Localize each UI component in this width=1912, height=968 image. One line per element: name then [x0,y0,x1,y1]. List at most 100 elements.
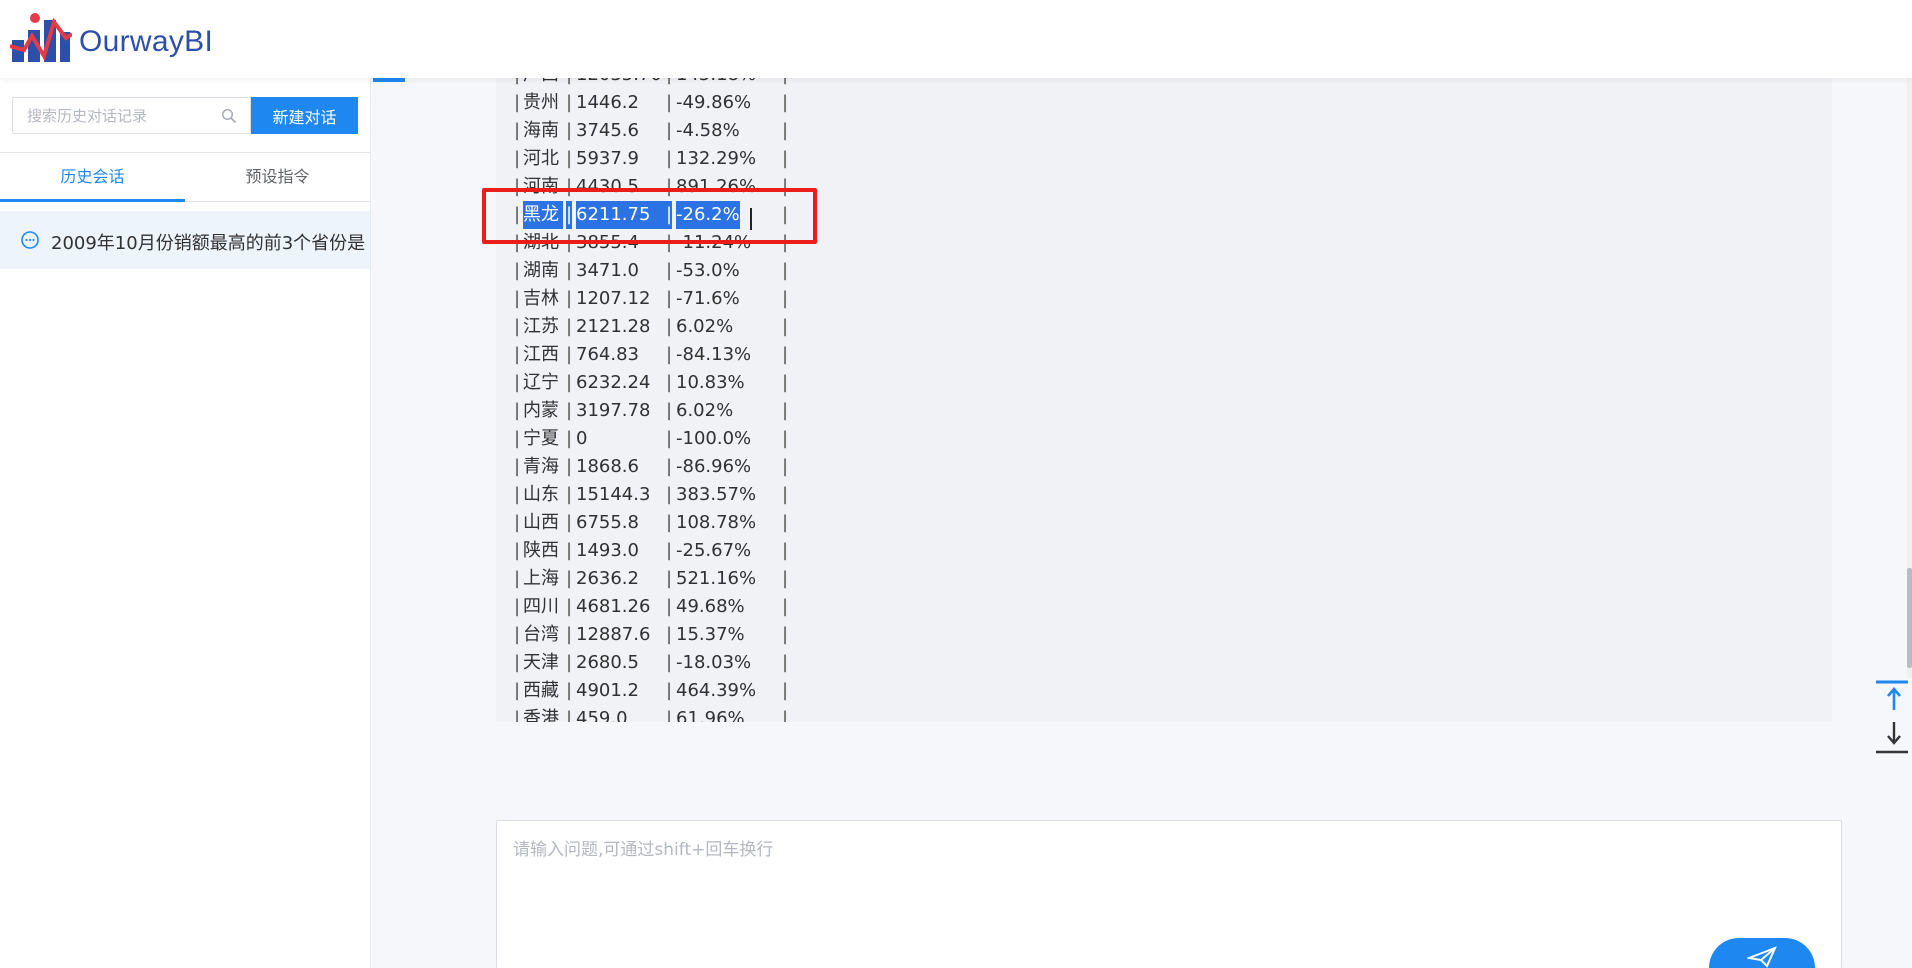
cell-growth: -53.0% [676,260,740,281]
table-pipe: | [666,624,673,645]
table-pipe: | [782,484,789,505]
cell-growth: 132.29% [676,148,757,169]
table-pipe: | [566,148,573,169]
table-pipe: | [514,652,521,673]
table-pipe: | [514,512,521,533]
cell-province: 内蒙 [523,400,559,421]
conversation-item[interactable]: 2009年10月份销额最高的前3个省份是 [0,211,370,269]
table-pipe: | [566,540,573,561]
table-pipe: | [666,456,673,477]
cell-growth: -49.86% [676,92,752,113]
cell-sales: 4901.2 [576,680,639,701]
table-pipe: | [782,708,789,722]
cell-growth: -86.96% [676,456,752,477]
table-pipe: | [514,288,521,309]
answer-message-panel: |广西|12035.70|145.18%||贵州|1446.2|-49.86%|… [496,78,1832,722]
cell-sales: 12887.6 [576,624,651,645]
table-pipe: | [566,288,573,309]
table-pipe: | [566,400,573,421]
cell-province: 上海 [523,568,559,589]
table-pipe: | [782,512,789,533]
table-pipe: | [666,428,673,449]
cell-province: 贵州 [523,92,559,113]
cell-province: 宁夏 [523,428,559,449]
table-pipe: | [666,92,673,113]
table-pipe: | [514,456,521,477]
cell-province: 天津 [523,652,559,673]
table-pipe: | [666,372,673,393]
table-pipe: | [566,120,573,141]
table-pipe: | [514,708,521,722]
tab-preset-commands[interactable]: 预设指令 [185,153,370,203]
app-header: OurwayBI [0,0,1912,78]
vertical-scrollbar[interactable] [1907,78,1912,678]
table-pipe: | [666,78,672,89]
table-pipe: | [514,568,521,589]
table-pipe: | [782,456,789,477]
table-pipe: | [514,344,521,365]
cell-sales: 5937.9 [576,148,639,169]
table-pipe: | [782,316,789,337]
ourwaybi-logo [10,13,72,62]
table-pipe: | [566,596,573,617]
question-input[interactable] [513,835,1813,935]
table-pipe: | [514,260,521,281]
table-pipe: | [782,288,789,309]
cell-province: 山东 [523,484,559,505]
chat-bubble-icon [21,231,39,249]
table-pipe: | [514,148,521,169]
table-pipe: | [782,372,789,393]
table-pipe: | [666,148,673,169]
scroll-to-top-icon[interactable] [1876,680,1908,716]
table-pipe: | [666,120,673,141]
table-pipe: | [566,92,573,113]
table-pipe: | [782,680,789,701]
table-pipe: | [666,568,673,589]
table-pipe: | [666,652,673,673]
history-search-input[interactable] [27,106,217,126]
cell-growth: 49.68% [676,596,745,617]
cell-province: 广西 [523,78,559,89]
table-pipe: | [666,260,673,281]
cell-sales: 1493.0 [576,540,639,561]
cell-province: 吉林 [523,288,559,309]
tab-history[interactable]: 历史会话 [0,153,185,203]
cell-province: 台湾 [523,624,559,645]
table-pipe: | [782,148,789,169]
cell-province: 青海 [523,456,559,477]
cell-growth: -18.03% [676,652,752,673]
table-pipe: | [566,372,573,393]
table-pipe: | [782,92,789,113]
table-pipe: | [566,316,573,337]
cell-growth: -71.6% [676,288,740,309]
cell-growth: 15.37% [676,624,745,645]
table-pipe: | [566,708,573,722]
cell-growth: 145.18% [676,78,756,89]
table-pipe: | [514,120,521,141]
cell-province: 海南 [523,120,559,141]
table-pipe: | [666,680,673,701]
cell-sales: 3197.78 [576,400,651,421]
cell-growth: 6.02% [676,316,734,337]
cell-sales: 15144.3 [576,484,651,505]
conversation-title: 2009年10月份销额最高的前3个省份是 [51,233,366,254]
cell-sales: 2636.2 [576,568,639,589]
cell-growth: 6.02% [676,400,734,421]
table-pipe: | [666,540,673,561]
cell-province: 辽宁 [523,372,559,393]
scroll-to-bottom-icon[interactable] [1876,718,1908,754]
cell-growth: 10.83% [676,372,745,393]
brand-name: OurwayBI [79,25,214,58]
table-pipe: | [782,652,789,673]
table-pipe: | [782,540,789,561]
cell-growth: 108.78% [676,512,757,533]
cell-sales: 2680.5 [576,652,639,673]
cell-sales: 3471.0 [576,260,639,281]
table-pipe: | [782,624,789,645]
scrollbar-thumb[interactable] [1907,568,1912,668]
new-chat-button[interactable]: 新建对话 [251,97,358,134]
search-icon[interactable] [221,108,237,124]
table-pipe: | [514,372,521,393]
table-pipe: | [514,92,521,113]
send-button[interactable] [1709,938,1815,968]
